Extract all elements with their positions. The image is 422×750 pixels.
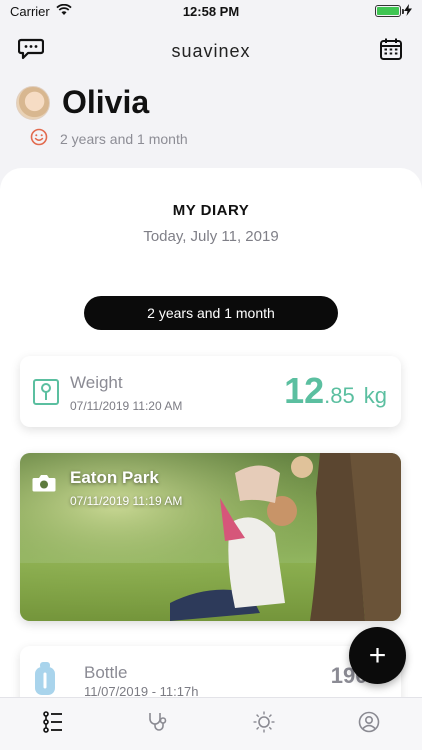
chat-button[interactable] xyxy=(16,36,46,66)
weight-value-int: 12 xyxy=(284,370,325,411)
child-name: Olivia xyxy=(62,84,150,120)
wifi-icon xyxy=(56,3,72,19)
weight-unit: kg xyxy=(363,383,387,408)
avatar[interactable] xyxy=(16,85,50,120)
tab-bar xyxy=(0,697,422,750)
bottle-label: Bottle xyxy=(84,663,128,682)
carrier-label: Carrier xyxy=(10,3,50,19)
charging-icon xyxy=(404,3,412,19)
chat-bubble-icon xyxy=(17,38,45,65)
status-left: Carrier xyxy=(10,3,72,19)
tab-health[interactable] xyxy=(106,698,212,750)
status-time: 12:58 PM xyxy=(182,3,240,19)
weight-value: 12 .85 kg xyxy=(284,370,387,412)
smiley-icon xyxy=(30,128,48,149)
weight-datetime: 07/11/2019 11:20 AM xyxy=(70,399,183,413)
profile-icon xyxy=(358,711,380,738)
camera-icon xyxy=(32,473,56,498)
photo-datetime: 07/11/2019 11:19 AM xyxy=(70,494,183,508)
diary-sheet: MY DIARY Today, July 11, 2019 2 years an… xyxy=(0,168,422,716)
battery-icon xyxy=(375,5,404,17)
child-age: 2 years and 1 month xyxy=(60,130,188,147)
tab-diary[interactable] xyxy=(0,698,106,750)
weight-entry-card[interactable]: Weight 07/11/2019 11:20 AM 12 .85 kg xyxy=(20,356,401,427)
weight-value-dec: .85 xyxy=(324,383,355,408)
stethoscope-icon xyxy=(147,711,169,738)
add-entry-button[interactable]: + xyxy=(349,627,406,684)
tab-tips[interactable] xyxy=(211,698,317,750)
diary-title: MY DIARY xyxy=(172,202,250,219)
child-age-row: 2 years and 1 month xyxy=(30,128,188,149)
list-icon xyxy=(42,710,63,738)
photo-title: Eaton Park xyxy=(70,468,159,487)
status-right xyxy=(375,3,412,19)
tab-profile[interactable] xyxy=(317,698,422,750)
photo-entry-card[interactable]: Eaton Park 07/11/2019 11:19 AM xyxy=(20,453,401,621)
bottle-icon xyxy=(32,661,58,702)
calendar-button[interactable] xyxy=(376,36,406,66)
top-bar: suavinex xyxy=(0,36,422,66)
sun-icon xyxy=(252,710,276,739)
status-bar: Carrier 12:58 PM xyxy=(0,0,422,22)
brand-logo: suavinex xyxy=(171,41,251,61)
weight-label: Weight xyxy=(70,373,123,392)
age-pill[interactable]: 2 years and 1 month xyxy=(84,296,338,330)
calendar-icon xyxy=(379,37,403,66)
diary-date: Today, July 11, 2019 xyxy=(143,228,279,245)
scale-icon xyxy=(32,378,60,411)
child-profile[interactable]: Olivia xyxy=(16,84,149,121)
